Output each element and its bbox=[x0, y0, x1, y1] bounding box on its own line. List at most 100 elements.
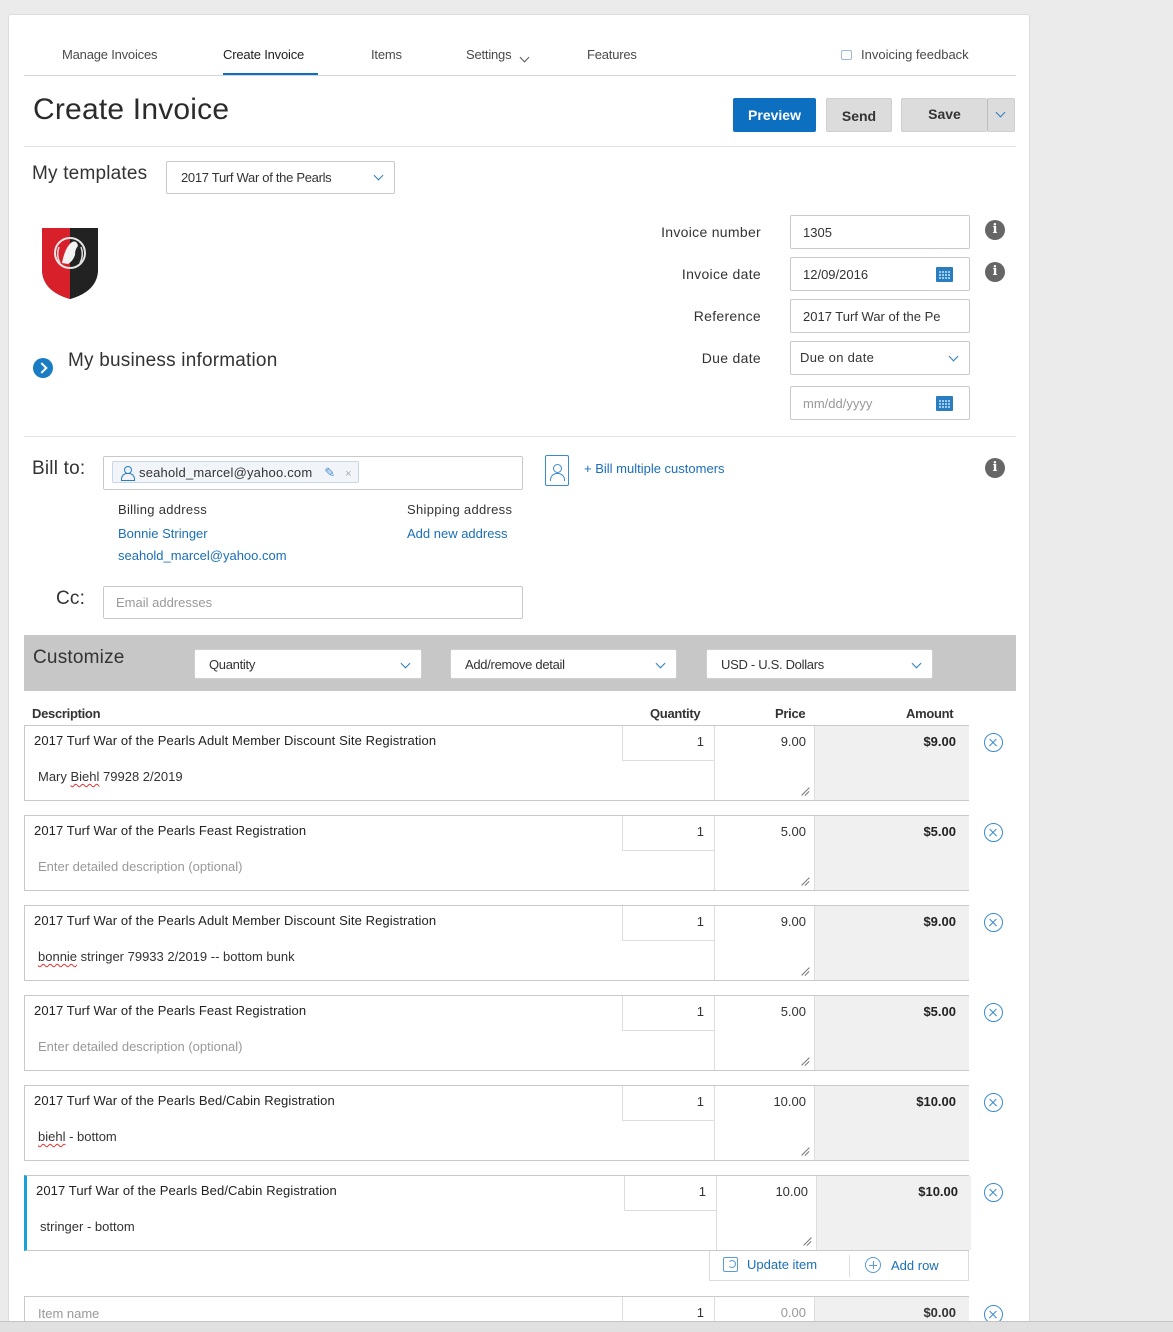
item-detail[interactable]: Mary Biehl 79928 2/2019 bbox=[38, 769, 183, 784]
resize-handle-icon[interactable] bbox=[800, 786, 810, 796]
pencil-icon[interactable]: ✎ bbox=[324, 465, 335, 480]
save-button[interactable]: Save bbox=[901, 98, 987, 132]
item-quantity[interactable]: 1 bbox=[622, 726, 714, 761]
line-item-row[interactable]: 2017 Turf War of the Pearls Adult Member… bbox=[24, 725, 969, 801]
line-item-row[interactable]: 2017 Turf War of the Pearls Adult Member… bbox=[24, 905, 969, 981]
line-item-row[interactable]: 2017 Turf War of the Pearls Bed/Cabin Re… bbox=[24, 1175, 971, 1251]
quantity-select[interactable]: Quantity bbox=[194, 649, 422, 679]
contact-book-icon[interactable] bbox=[545, 455, 569, 486]
invoice-number-input[interactable]: 1305 bbox=[790, 215, 970, 249]
update-item-label: Update item bbox=[747, 1257, 818, 1272]
item-amount: $9.00 bbox=[814, 906, 969, 980]
cc-input[interactable]: Email addresses bbox=[103, 586, 523, 619]
item-description[interactable]: 2017 Turf War of the Pearls Bed/Cabin Re… bbox=[34, 1093, 335, 1108]
item-detail[interactable]: stringer - bottom bbox=[40, 1219, 135, 1234]
feedback-label: Invoicing feedback bbox=[861, 47, 969, 62]
due-date-input[interactable]: mm/dd/yyyy bbox=[790, 386, 970, 420]
person-icon bbox=[121, 466, 135, 481]
invoice-date-label: Invoice date bbox=[681, 266, 761, 282]
business-info-toggle[interactable]: My business information bbox=[68, 350, 277, 372]
resize-handle-icon[interactable] bbox=[800, 966, 810, 976]
add-row-label: Add row bbox=[891, 1258, 939, 1273]
tab-settings[interactable]: Settings bbox=[466, 47, 530, 63]
item-name-input[interactable]: Item name bbox=[38, 1306, 99, 1321]
item-description[interactable]: 2017 Turf War of the Pearls Adult Member… bbox=[34, 913, 436, 928]
calendar-icon[interactable] bbox=[936, 267, 953, 282]
info-icon[interactable]: i bbox=[985, 458, 1005, 478]
detail-select-value: Add/remove detail bbox=[465, 657, 565, 672]
currency-select[interactable]: USD - U.S. Dollars bbox=[706, 649, 933, 679]
item-detail[interactable]: bonnie stringer 79933 2/2019 -- bottom b… bbox=[38, 949, 295, 964]
send-button[interactable]: Send bbox=[826, 98, 892, 132]
remove-item-icon[interactable] bbox=[984, 1003, 1003, 1022]
line-item-row[interactable]: 2017 Turf War of the Pearls Bed/Cabin Re… bbox=[24, 1085, 969, 1161]
item-quantity[interactable]: 1 bbox=[624, 1176, 716, 1211]
add-address-link[interactable]: Add new address bbox=[407, 526, 507, 541]
cc-label: Cc: bbox=[56, 588, 86, 609]
item-description[interactable]: 2017 Turf War of the Pearls Feast Regist… bbox=[34, 823, 306, 838]
item-detail[interactable]: Enter detailed description (optional) bbox=[38, 859, 243, 874]
item-quantity[interactable]: 1 bbox=[622, 816, 714, 851]
tab-manage-invoices[interactable]: Manage Invoices bbox=[62, 47, 157, 62]
item-detail-text: biehl bbox=[38, 1129, 66, 1144]
item-quantity[interactable]: 1 bbox=[622, 1086, 714, 1121]
update-item-button[interactable]: Update item bbox=[723, 1257, 817, 1272]
item-description[interactable]: 2017 Turf War of the Pearls Bed/Cabin Re… bbox=[36, 1183, 337, 1198]
template-select[interactable]: 2017 Turf War of the Pearls bbox=[166, 161, 395, 194]
remove-item-icon[interactable] bbox=[984, 1183, 1003, 1202]
item-price[interactable]: 9.00 bbox=[714, 726, 814, 800]
reference-input[interactable]: 2017 Turf War of the Pe bbox=[790, 299, 970, 333]
add-row-button[interactable]: Add row bbox=[865, 1257, 939, 1273]
remove-item-icon[interactable] bbox=[984, 733, 1003, 752]
chevron-down-icon bbox=[911, 658, 922, 669]
divider bbox=[849, 1255, 850, 1277]
remove-item-icon[interactable] bbox=[984, 913, 1003, 932]
nav-divider bbox=[24, 75, 1016, 76]
item-description[interactable]: 2017 Turf War of the Pearls Feast Regist… bbox=[34, 1003, 306, 1018]
quantity-header: Quantity bbox=[650, 706, 701, 721]
tab-features[interactable]: Features bbox=[587, 47, 637, 62]
preview-button[interactable]: Preview bbox=[733, 98, 816, 132]
due-date-label: Due date bbox=[701, 350, 761, 366]
item-detail-text: Enter detailed description (optional) bbox=[38, 859, 243, 874]
item-price[interactable]: 10.00 bbox=[714, 1086, 814, 1160]
item-price[interactable]: 5.00 bbox=[714, 996, 814, 1070]
resize-handle-icon[interactable] bbox=[800, 1056, 810, 1066]
add-icon bbox=[865, 1257, 881, 1273]
save-options-button[interactable] bbox=[987, 98, 1015, 132]
remove-recipient-icon[interactable]: × bbox=[345, 468, 352, 480]
bill-to-input[interactable]: seahold_marcel@yahoo.com ✎ × bbox=[103, 456, 523, 490]
feedback-link[interactable]: Invoicing feedback bbox=[841, 47, 969, 62]
info-icon[interactable]: i bbox=[985, 220, 1005, 240]
item-price[interactable]: 10.00 bbox=[716, 1176, 816, 1250]
customize-label: Customize bbox=[33, 647, 125, 668]
line-item-row[interactable]: 2017 Turf War of the Pearls Feast Regist… bbox=[24, 815, 969, 891]
billing-email-link[interactable]: seahold_marcel@yahoo.com bbox=[118, 548, 287, 563]
remove-item-icon[interactable] bbox=[984, 1093, 1003, 1112]
item-detail[interactable]: Enter detailed description (optional) bbox=[38, 1039, 243, 1054]
billing-name-link[interactable]: Bonnie Stringer bbox=[118, 526, 208, 541]
item-quantity[interactable]: 1 bbox=[622, 996, 714, 1031]
item-description[interactable]: 2017 Turf War of the Pearls Adult Member… bbox=[34, 733, 436, 748]
info-icon[interactable]: i bbox=[985, 262, 1005, 282]
resize-handle-icon[interactable] bbox=[802, 1236, 812, 1246]
bill-multiple-customers-link[interactable]: + Bill multiple customers bbox=[584, 461, 725, 476]
item-quantity[interactable]: 1 bbox=[622, 906, 714, 941]
item-detail[interactable]: biehl - bottom bbox=[38, 1129, 117, 1144]
due-date-select[interactable]: Due on date bbox=[790, 341, 970, 375]
due-date-placeholder: mm/dd/yyyy bbox=[803, 396, 873, 411]
invoice-date-input[interactable]: 12/09/2016 bbox=[790, 257, 970, 291]
expand-icon[interactable] bbox=[33, 358, 53, 378]
resize-handle-icon[interactable] bbox=[800, 1146, 810, 1156]
tab-create-invoice[interactable]: Create Invoice bbox=[223, 47, 304, 62]
item-amount: $10.00 bbox=[814, 1086, 969, 1160]
item-price[interactable]: 9.00 bbox=[714, 906, 814, 980]
detail-select[interactable]: Add/remove detail bbox=[450, 649, 677, 679]
tab-items[interactable]: Items bbox=[371, 47, 402, 62]
line-item-row[interactable]: 2017 Turf War of the Pearls Feast Regist… bbox=[24, 995, 969, 1071]
calendar-icon[interactable] bbox=[936, 396, 953, 411]
item-price[interactable]: 5.00 bbox=[714, 816, 814, 890]
recipient-chip[interactable]: seahold_marcel@yahoo.com ✎ × bbox=[112, 461, 359, 483]
remove-item-icon[interactable] bbox=[984, 823, 1003, 842]
resize-handle-icon[interactable] bbox=[800, 876, 810, 886]
